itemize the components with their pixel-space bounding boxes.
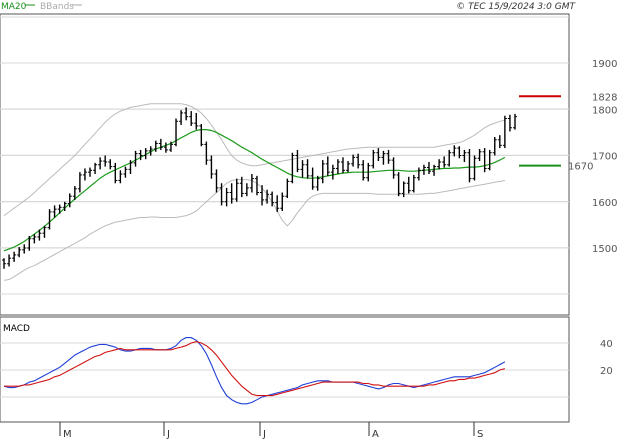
month-label: J: [166, 429, 170, 440]
macd-axis-labels: 2040: [600, 339, 613, 377]
price-tick-label: 1700: [592, 152, 617, 163]
month-label: S: [477, 429, 483, 440]
macd-tick-label: 40: [600, 339, 613, 350]
macd-title: MACD: [3, 324, 30, 334]
legend-ma20: MA20: [1, 2, 27, 12]
month-label: A: [372, 429, 379, 440]
legend-bbands: BBands: [40, 2, 74, 12]
level-label-1828: 1828: [592, 92, 617, 103]
price-axis-labels: 1500 1600 1700 1800 1900: [592, 59, 617, 255]
price-tick-label: 1600: [592, 198, 617, 209]
stock-chart: 15001600170018001900 18281670 2040 MACD …: [0, 2, 617, 440]
price-panel-frame: [0, 13, 570, 316]
macd-panel: 2040 MACD: [0, 316, 613, 423]
time-axis: MJJAS: [59, 422, 483, 440]
month-label: J: [262, 429, 266, 440]
price-tick-label: 1500: [592, 244, 617, 255]
copyright-text: © TEC 15/9/2024 3:0 GMT: [456, 2, 576, 12]
macd-tick-label: 20: [600, 366, 613, 377]
level-label-1670: 1670: [568, 162, 593, 173]
price-tick-label: 1900: [592, 59, 617, 70]
price-tick-label: 1800: [592, 105, 617, 116]
month-label: M: [63, 429, 72, 440]
legend: MA20 BBands: [1, 2, 82, 12]
price-panel: 1500 1600 1700 1800 1900 1828 1670: [0, 13, 617, 316]
